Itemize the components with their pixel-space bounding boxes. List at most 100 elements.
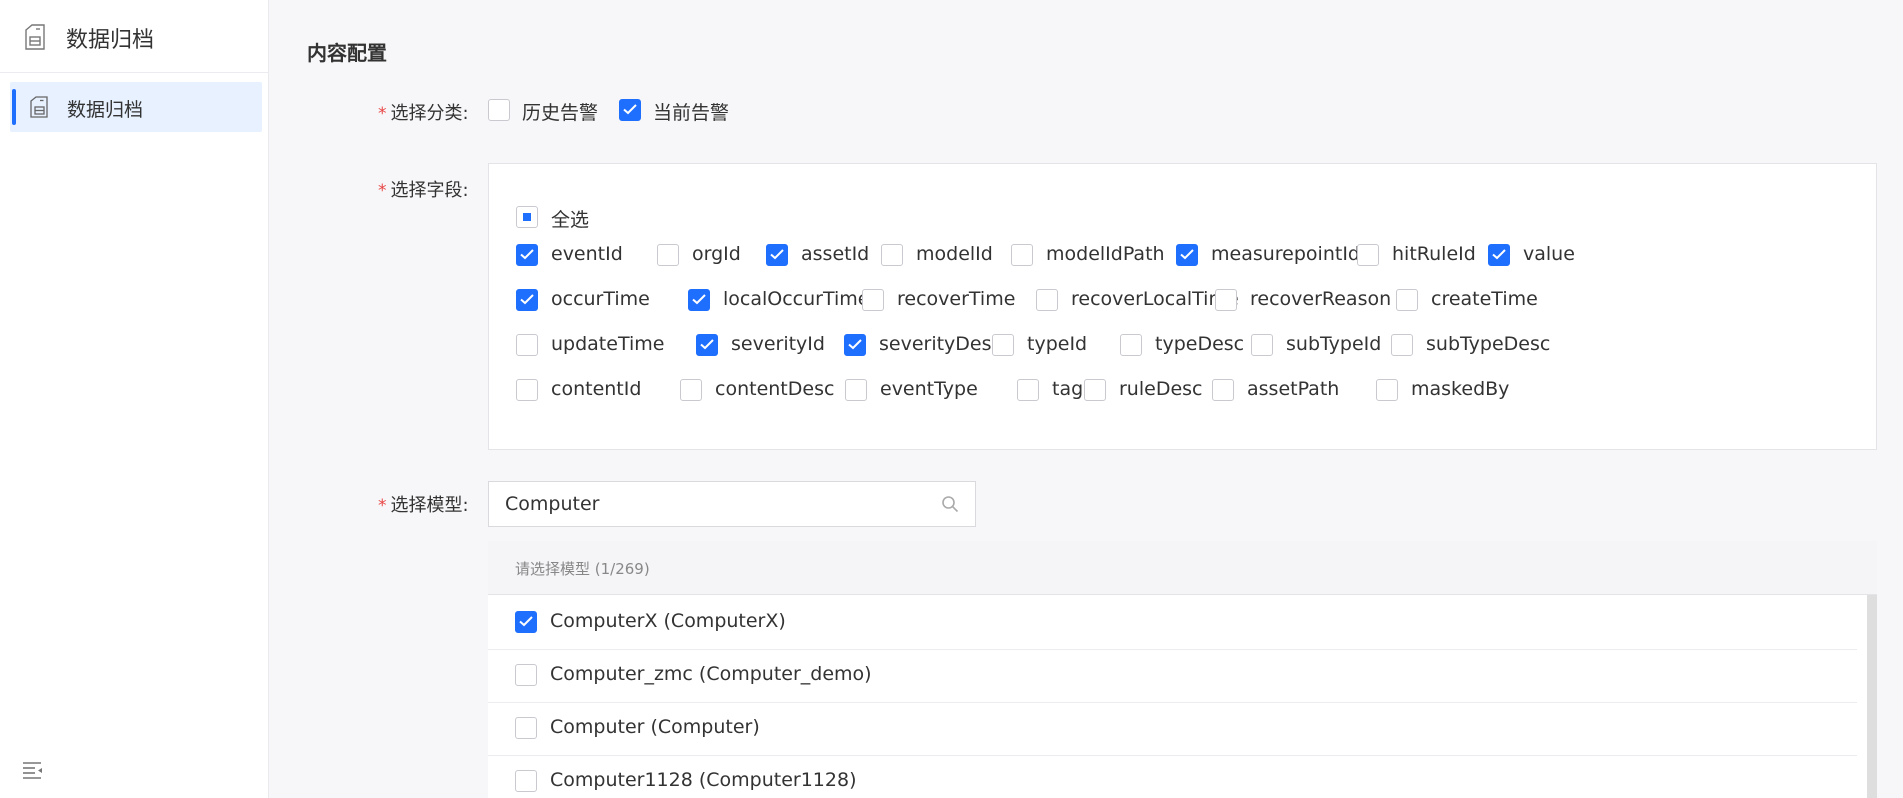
checkbox-field-event-type[interactable] (845, 379, 867, 401)
check-icon (623, 104, 637, 115)
main-content: 内容配置 * 选择分类: 历史告警 当前告警 * 选择字段: 全选 eventId o… (269, 0, 1903, 798)
model-item-checkbox[interactable] (515, 770, 537, 792)
section-title: 内容配置 (307, 41, 387, 65)
model-item-label: ComputerX (ComputerX) (550, 610, 786, 632)
sidebar-title: 数据归档 (66, 28, 155, 53)
checkbox-select-all[interactable] (516, 206, 538, 228)
checkbox-label-field-org-id: orgId (692, 243, 741, 265)
checkbox-field-recover-reason[interactable] (1215, 289, 1237, 311)
checkbox-field-severity-id[interactable] (696, 334, 718, 356)
model-label: * 选择模型: (378, 491, 469, 517)
check-icon (520, 249, 534, 260)
checkbox-label-field-sub-type-id: subTypeId (1286, 333, 1382, 355)
required-mark: * (378, 104, 387, 124)
checkbox-label-field-occur-time: occurTime (551, 288, 650, 310)
checkbox-field-severity-desc[interactable] (844, 334, 866, 356)
checkbox-field-tag[interactable] (1017, 379, 1039, 401)
model-search-box[interactable] (488, 481, 976, 527)
checkbox-field-type-id[interactable] (992, 334, 1014, 356)
checkbox-field-sub-type-desc[interactable] (1391, 334, 1413, 356)
checkbox-label-field-local-occur-time: localOccurTime (723, 288, 870, 310)
check-icon (692, 294, 706, 305)
active-indicator (12, 89, 16, 125)
checkbox-field-create-time[interactable] (1396, 289, 1418, 311)
checkbox-field-event-id[interactable] (516, 244, 538, 266)
checkbox-label-field-event-type: eventType (880, 378, 978, 400)
checkbox-field-content-id[interactable] (516, 379, 538, 401)
checkbox-field-update-time[interactable] (516, 334, 538, 356)
sidebar-item-label: 数据归档 (67, 99, 144, 121)
checkbox-field-rule-desc[interactable] (1084, 379, 1106, 401)
checkbox-field-content-desc[interactable] (680, 379, 702, 401)
checkbox-label-field-event-id: eventId (551, 243, 623, 265)
model-item-checkbox[interactable] (515, 664, 537, 686)
checkbox-current-alarm[interactable] (619, 99, 641, 121)
model-item-label: Computer_zmc (Computer_demo) (550, 663, 872, 685)
model-list-header-text: 请选择模型 (1/269) (515, 560, 650, 578)
checkbox-label-field-severity-desc: severityDesc (879, 333, 1002, 355)
check-icon (1492, 249, 1506, 260)
required-mark: * (378, 496, 387, 516)
archive-icon (30, 96, 48, 118)
checkbox-label-field-type-id: typeId (1027, 333, 1088, 355)
check-icon (519, 616, 533, 627)
model-list: 请选择模型 (1/269) ComputerX (ComputerX) Compu… (488, 541, 1877, 798)
checkbox-label-history-alarm: 历史告警 (522, 102, 599, 124)
required-mark: * (378, 181, 387, 201)
model-list-scrollbar[interactable] (1867, 595, 1877, 798)
checkbox-label-select-all: 全选 (551, 209, 590, 231)
checkbox-label-field-asset-path: assetPath (1247, 378, 1340, 400)
check-icon (520, 294, 534, 305)
checkbox-label-field-severity-id: severityId (731, 333, 825, 355)
model-item-checkbox[interactable] (515, 611, 537, 633)
archive-icon (25, 24, 45, 50)
checkbox-field-asset-path[interactable] (1212, 379, 1234, 401)
checkbox-label-field-recover-local-time: recoverLocalTime (1071, 288, 1239, 310)
checkbox-label-field-recover-reason: recoverReason (1250, 288, 1392, 310)
sidebar-item-data-archive[interactable]: 数据归档 (10, 82, 262, 132)
checkbox-field-hit-rule-id[interactable] (1357, 244, 1379, 266)
check-icon (1180, 249, 1194, 260)
checkbox-field-type-desc[interactable] (1120, 334, 1142, 356)
check-icon (848, 339, 862, 350)
checkbox-label-field-asset-id: assetId (801, 243, 870, 265)
checkbox-field-asset-id[interactable] (766, 244, 788, 266)
model-item-label: Computer (Computer) (550, 716, 760, 738)
checkbox-field-model-id-path[interactable] (1011, 244, 1033, 266)
search-icon[interactable] (941, 495, 959, 513)
model-list-item[interactable]: ComputerX (ComputerX) (488, 595, 1857, 650)
check-icon (700, 339, 714, 350)
checkbox-label-field-rule-desc: ruleDesc (1119, 378, 1203, 400)
checkbox-field-model-id[interactable] (881, 244, 903, 266)
model-list-item[interactable]: Computer_zmc (Computer_demo) (488, 648, 1857, 703)
check-icon (770, 249, 784, 260)
category-label: * 选择分类: (378, 99, 469, 125)
checkbox-label-field-model-id-path: modelIdPath (1046, 243, 1165, 265)
checkbox-label-field-sub-type-desc: subTypeDesc (1426, 333, 1551, 355)
checkbox-field-sub-type-id[interactable] (1251, 334, 1273, 356)
fields-panel: 全选 eventId orgId assetId modelId modelIdPath… (488, 163, 1877, 450)
model-item-checkbox[interactable] (515, 717, 537, 739)
checkbox-field-recover-time[interactable] (862, 289, 884, 311)
checkbox-label-field-update-time: updateTime (551, 333, 665, 355)
checkbox-label-field-content-desc: contentDesc (715, 378, 835, 400)
checkbox-field-occur-time[interactable] (516, 289, 538, 311)
checkbox-field-measurepoint-id[interactable] (1176, 244, 1198, 266)
checkbox-history-alarm[interactable] (488, 99, 510, 121)
model-list-item[interactable]: Computer1128 (Computer1128) (488, 754, 1857, 798)
checkbox-label-current-alarm: 当前告警 (653, 102, 730, 124)
checkbox-label-field-create-time: createTime (1431, 288, 1538, 310)
checkbox-field-value[interactable] (1488, 244, 1510, 266)
checkbox-field-recover-local-time[interactable] (1036, 289, 1058, 311)
model-item-label: Computer1128 (Computer1128) (550, 769, 857, 791)
model-list-item[interactable]: Computer (Computer) (488, 701, 1857, 756)
checkbox-field-masked-by[interactable] (1376, 379, 1398, 401)
model-list-header: 请选择模型 (1/269) (488, 541, 1877, 595)
model-search-input[interactable] (505, 491, 925, 517)
menu-fold-icon[interactable] (22, 761, 44, 779)
checkbox-field-local-occur-time[interactable] (688, 289, 710, 311)
checkbox-label-field-tag: tag (1052, 378, 1084, 400)
checkbox-field-org-id[interactable] (657, 244, 679, 266)
sidebar: 数据归档 数据归档 (0, 0, 269, 798)
fields-label: * 选择字段: (378, 176, 469, 202)
